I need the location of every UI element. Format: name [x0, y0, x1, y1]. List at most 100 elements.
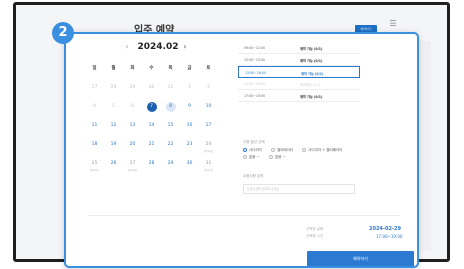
calendar-day-note: 예약마감 — [127, 169, 138, 172]
weekday-label: 금 — [187, 66, 192, 71]
time-slot[interactable]: 17:00~19:00 예약 가능 (0/1) — [238, 90, 360, 102]
calendar-week: 25 예약마감 26 27 예약마감 28 29 30 31 예약마감 — [85, 159, 218, 178]
option-row: 사다리차 엘리베이터 사다리차 + 엘리베이터 — [243, 148, 350, 154]
calendar-day-number: 29 — [129, 85, 136, 90]
chevron-right-icon[interactable]: › — [180, 40, 190, 54]
time-slot-list: 09:00~12:00 예약 가능 (0/1) 12:00~15:00 예약 가능 (… — [238, 42, 360, 102]
time-slot-selected[interactable]: 13:00~16:00 예약 가능 (0/1) — [238, 66, 360, 78]
calendar-day[interactable]: 16 — [180, 121, 199, 131]
option-ladder[interactable]: 사다리차 — [243, 148, 262, 153]
memo-input[interactable]: 요청사항을 입력해 주세요 — [243, 184, 355, 194]
weekday-label: 일 — [92, 66, 97, 71]
calendar-day-number: 23 — [186, 142, 193, 147]
weekday-label: 월 — [111, 66, 116, 71]
calendar-month: 2024.02 — [137, 42, 179, 52]
weekday-label: 화 — [130, 66, 135, 71]
calendar-day: 28 — [104, 83, 123, 93]
time-slot: 15:00~18:00 예약마감 (1/1) — [238, 78, 360, 90]
option-none-b[interactable]: 없음 ㅡ — [268, 155, 286, 160]
calendar-day[interactable]: 11 — [85, 121, 104, 131]
calendar-day[interactable]: 9 — [180, 102, 199, 112]
calendar-day[interactable]: 20 — [123, 140, 142, 150]
calendar-day-number: 28 — [110, 85, 117, 90]
calendar-week: 18 19 20 21 22 23 24 예약마감 — [85, 140, 218, 159]
calendar-day[interactable]: 17 — [199, 121, 218, 131]
calendar-day[interactable]: 14 — [142, 121, 161, 131]
calendar-day: 24 예약마감 — [199, 140, 218, 153]
calendar-day: 1 — [180, 83, 199, 93]
calendar-day: 2 — [199, 83, 218, 93]
calendar-day-number: 31 — [167, 85, 174, 90]
calendar-day-number: 12 — [110, 123, 117, 128]
calendar-day-number: 1 — [188, 85, 191, 90]
calendar-day-number: 6 — [131, 104, 134, 109]
calendar-day[interactable]: 29 — [161, 159, 180, 169]
weekday-header: 일월화수목금토 — [85, 64, 218, 83]
calendar-day: 4 — [85, 102, 104, 112]
calendar-day[interactable]: 19 — [104, 140, 123, 150]
calendar-day: 6 — [123, 102, 142, 112]
weekday-label: 토 — [206, 66, 211, 71]
time-slot-status: 예약 가능 (0/1) — [301, 72, 324, 76]
time-slot-status: 예약 가능 (0/1) — [300, 59, 323, 63]
calendar-day[interactable]: 23 — [180, 140, 199, 150]
time-slot-status: 예약 가능 (0/1) — [300, 95, 323, 99]
confirm-button[interactable]: 예약하기 — [307, 251, 414, 266]
calendar-week: 27 28 29 30 31 1 2 — [85, 83, 218, 102]
calendar-day-number: 21 — [148, 142, 155, 147]
calendar-day-number: 29 — [167, 161, 174, 166]
calendar-day-number: 28 — [148, 161, 155, 166]
calendar-day-number: 14 — [148, 123, 155, 128]
calendar-day-number: 31 — [205, 161, 212, 166]
calendar-day: 30 — [142, 83, 161, 93]
calendar-day-number: 19 — [110, 142, 117, 147]
calendar-day[interactable]: 18 — [85, 140, 104, 150]
calendar-day-note: 예약마감 — [203, 169, 214, 172]
calendar-week: 11 12 13 14 15 16 17 — [85, 121, 218, 140]
summary-date: 2024-02-29 — [369, 226, 401, 232]
calendar-day-number: 18 — [91, 142, 98, 147]
calendar-day-number: 8 — [165, 102, 176, 112]
calendar-day-number: 27 — [91, 85, 98, 90]
calendar-day-number: 2 — [207, 85, 210, 90]
calendar-day[interactable]: 15 — [161, 121, 180, 131]
weekday-label: 수 — [149, 66, 154, 71]
option-row: 없음 ㅡ 없음 ㅡ — [243, 155, 294, 161]
calendar-day[interactable]: 28 — [142, 159, 161, 169]
weekday-label: 목 — [168, 66, 173, 71]
calendar-day[interactable]: 30 — [180, 159, 199, 169]
menu-icon[interactable]: ☰ — [388, 19, 398, 29]
calendar-week: 4 5 6 7 8 9 10 — [85, 102, 218, 121]
calendar-day[interactable]: 22 — [161, 140, 180, 150]
calendar-day[interactable]: 10 — [199, 102, 218, 112]
option-none-a[interactable]: 없음 ㅡ — [243, 155, 260, 160]
option-elevator[interactable]: 엘리베이터 — [271, 148, 293, 153]
calendar-day-selected[interactable]: 7 — [142, 102, 161, 112]
divider — [88, 215, 400, 216]
reservation-modal: ‹ 2024.02 › 일 월 화 수 목 금 토 27 28 29 30 31 1 2 4 5 6 7 8 9 10 1… — [64, 32, 419, 268]
time-slot-time: 09:00~12:00 — [244, 46, 266, 50]
summary-date-label: 선택한 날짜 — [306, 227, 324, 231]
calendar-day[interactable]: 13 — [123, 121, 142, 131]
calendar-day: 25 예약마감 — [85, 159, 104, 172]
calendar-day-number: 24 — [205, 142, 212, 147]
calendar-grid: 일 월 화 수 목 금 토 27 28 29 30 31 1 2 4 5 6 7 8 9 10 11 12 13 14 15 16 1… — [85, 64, 218, 178]
calendar-day-number: 9 — [188, 104, 191, 109]
chevron-left-icon[interactable]: ‹ — [122, 40, 132, 54]
calendar-day: 27 예약마감 — [123, 159, 142, 172]
calendar-day-note: 예약마감 — [203, 150, 214, 153]
option-ladder-elevator[interactable]: 사다리차 + 엘리베이터 — [302, 148, 342, 153]
calendar-day[interactable]: 12 — [104, 121, 123, 131]
time-slot[interactable]: 09:00~12:00 예약 가능 (0/1) — [238, 42, 360, 54]
radio-icon — [302, 148, 307, 152]
calendar-day[interactable]: 8 — [161, 102, 180, 112]
radio-icon — [243, 155, 247, 159]
calendar-day-number: 16 — [186, 123, 193, 128]
calendar-day-number: 27 — [129, 161, 136, 166]
calendar-day[interactable]: 21 — [142, 140, 161, 150]
calendar-day: 27 — [85, 83, 104, 93]
summary-time: 17:00~19:00 — [376, 234, 403, 239]
calendar-day[interactable]: 26 — [104, 159, 123, 169]
time-slot[interactable]: 12:00~15:00 예약 가능 (0/1) — [238, 54, 360, 66]
calendar-day-number: 22 — [167, 142, 174, 147]
